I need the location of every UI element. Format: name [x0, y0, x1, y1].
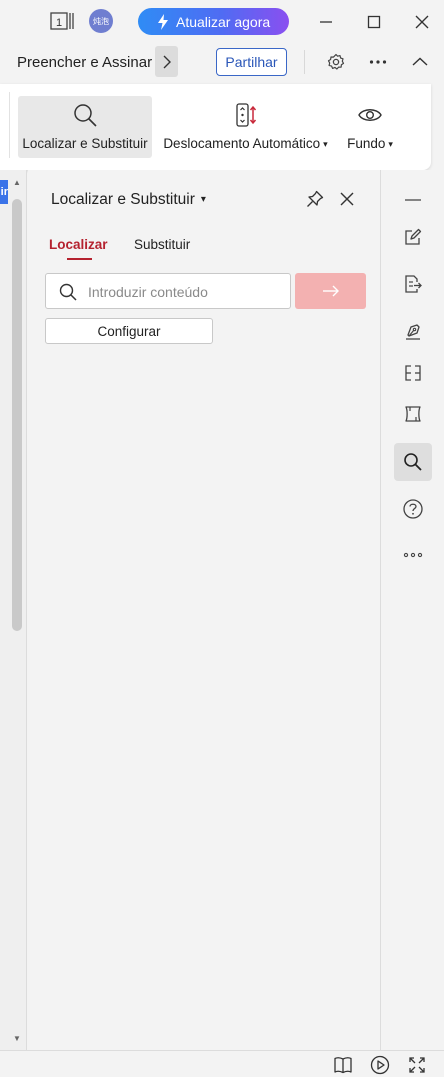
- settings-button[interactable]: [325, 51, 347, 73]
- eye-icon: [358, 109, 382, 121]
- page-edge-tab[interactable]: ir: [0, 180, 8, 204]
- toolbar-divider: [304, 50, 305, 74]
- find-replace-panel: Localizar e Substituir ▾ Localizar Substi…: [28, 170, 380, 1050]
- pin-icon: [307, 190, 324, 207]
- more-options-button[interactable]: [367, 51, 389, 73]
- page-count: 1: [56, 17, 62, 29]
- close-panel-button[interactable]: [337, 189, 357, 209]
- edit-icon: [405, 228, 422, 245]
- ribbon-background-button[interactable]: Fundo ▾: [341, 96, 399, 158]
- vertical-scrollbar-thumb[interactable]: [12, 199, 22, 631]
- search-field[interactable]: [45, 273, 291, 309]
- chevron-down-icon: ▾: [323, 138, 328, 149]
- rail-help-button[interactable]: [394, 490, 432, 528]
- scroll-icon: [405, 406, 421, 422]
- share-button[interactable]: Partilhar: [216, 48, 287, 76]
- book-icon: [334, 1057, 352, 1074]
- right-tool-rail: [380, 170, 444, 1050]
- search-input[interactable]: [88, 282, 283, 302]
- fullscreen-button[interactable]: [406, 1054, 428, 1076]
- title-bar: 1 炖泡 Atualizar agora: [0, 0, 444, 44]
- scroll-up-arrow-icon[interactable]: ▲: [13, 178, 21, 187]
- ribbon-auto-scroll-label: Deslocamento Automático: [163, 136, 321, 151]
- tab-find[interactable]: Localizar: [49, 237, 108, 252]
- gear-icon: [327, 53, 345, 70]
- compare-icon: [405, 365, 421, 381]
- help-icon: [403, 499, 423, 519]
- search-icon: [59, 283, 77, 301]
- configure-button[interactable]: Configurar: [45, 318, 213, 344]
- rail-more-button[interactable]: [394, 536, 432, 574]
- more-icon: [369, 60, 387, 64]
- play-icon: [370, 1055, 390, 1075]
- rail-sign-button[interactable]: [394, 312, 432, 350]
- scroll-down-arrow-icon[interactable]: ▼: [13, 1034, 21, 1043]
- chevron-down-icon: ▾: [388, 138, 393, 149]
- chevron-right-icon: [163, 55, 171, 68]
- active-tab-indicator: [67, 258, 92, 260]
- fullscreen-icon: [409, 1057, 425, 1073]
- ribbon-background-label: Fundo: [347, 136, 386, 151]
- document-title: Preencher e Assinar: [17, 54, 153, 71]
- auto-scroll-icon: [235, 103, 256, 127]
- close-icon: [340, 192, 354, 206]
- status-bar: [0, 1050, 444, 1077]
- document-scroll-strip: ir ▲ ▼: [0, 170, 27, 1050]
- panel-title[interactable]: Localizar e Substituir ▾: [51, 191, 206, 209]
- sign-pen-icon: [406, 324, 420, 340]
- close-icon: [415, 15, 429, 29]
- export-doc-icon: [405, 275, 422, 293]
- find-next-button[interactable]: [295, 273, 366, 309]
- page-count-icon[interactable]: 1: [50, 10, 76, 32]
- more-icon: [403, 552, 423, 558]
- ribbon-find-replace-button[interactable]: Localizar e Substituir: [18, 96, 152, 158]
- search-icon: [404, 453, 422, 471]
- rail-scroll-button[interactable]: [394, 395, 432, 433]
- play-slideshow-button[interactable]: [369, 1054, 391, 1076]
- ribbon-find-replace-label: Localizar e Substituir: [22, 136, 148, 151]
- ribbon-divider: [9, 92, 10, 158]
- panel-title-text: Localizar e Substituir: [51, 191, 195, 208]
- reading-mode-button[interactable]: [332, 1054, 354, 1076]
- chevron-up-icon: [412, 57, 428, 66]
- search-icon: [74, 104, 97, 127]
- rail-search-button[interactable]: [394, 443, 432, 481]
- pin-panel-button[interactable]: [305, 189, 325, 209]
- expand-tabs-button[interactable]: [155, 46, 178, 77]
- avatar[interactable]: 炖泡: [89, 9, 113, 33]
- maximize-window-button[interactable]: [362, 10, 386, 34]
- document-toolbar: Preencher e Assinar Partilhar: [0, 44, 444, 82]
- maximize-icon: [367, 15, 381, 29]
- rail-edit-button[interactable]: [394, 218, 432, 256]
- chevron-down-icon: ▾: [200, 194, 206, 206]
- collapse-ribbon-button[interactable]: [409, 51, 431, 73]
- ribbon: Localizar e Substituir Deslocamento Auto…: [0, 84, 431, 170]
- upgrade-label: Atualizar agora: [176, 13, 271, 30]
- arrow-right-icon: [322, 285, 339, 297]
- tab-replace[interactable]: Substituir: [134, 237, 190, 252]
- upgrade-button[interactable]: Atualizar agora: [138, 8, 289, 35]
- minimize-icon: [320, 21, 332, 23]
- rail-export-button[interactable]: [394, 265, 432, 303]
- rail-collapse-button[interactable]: [394, 181, 432, 219]
- rail-compare-button[interactable]: [394, 354, 432, 392]
- minimize-window-button[interactable]: [314, 10, 338, 34]
- close-window-button[interactable]: [410, 10, 434, 34]
- ribbon-auto-scroll-button[interactable]: Deslocamento Automático ▾: [158, 96, 333, 158]
- lightning-icon: [158, 13, 168, 30]
- minimize-line-icon: [405, 199, 421, 201]
